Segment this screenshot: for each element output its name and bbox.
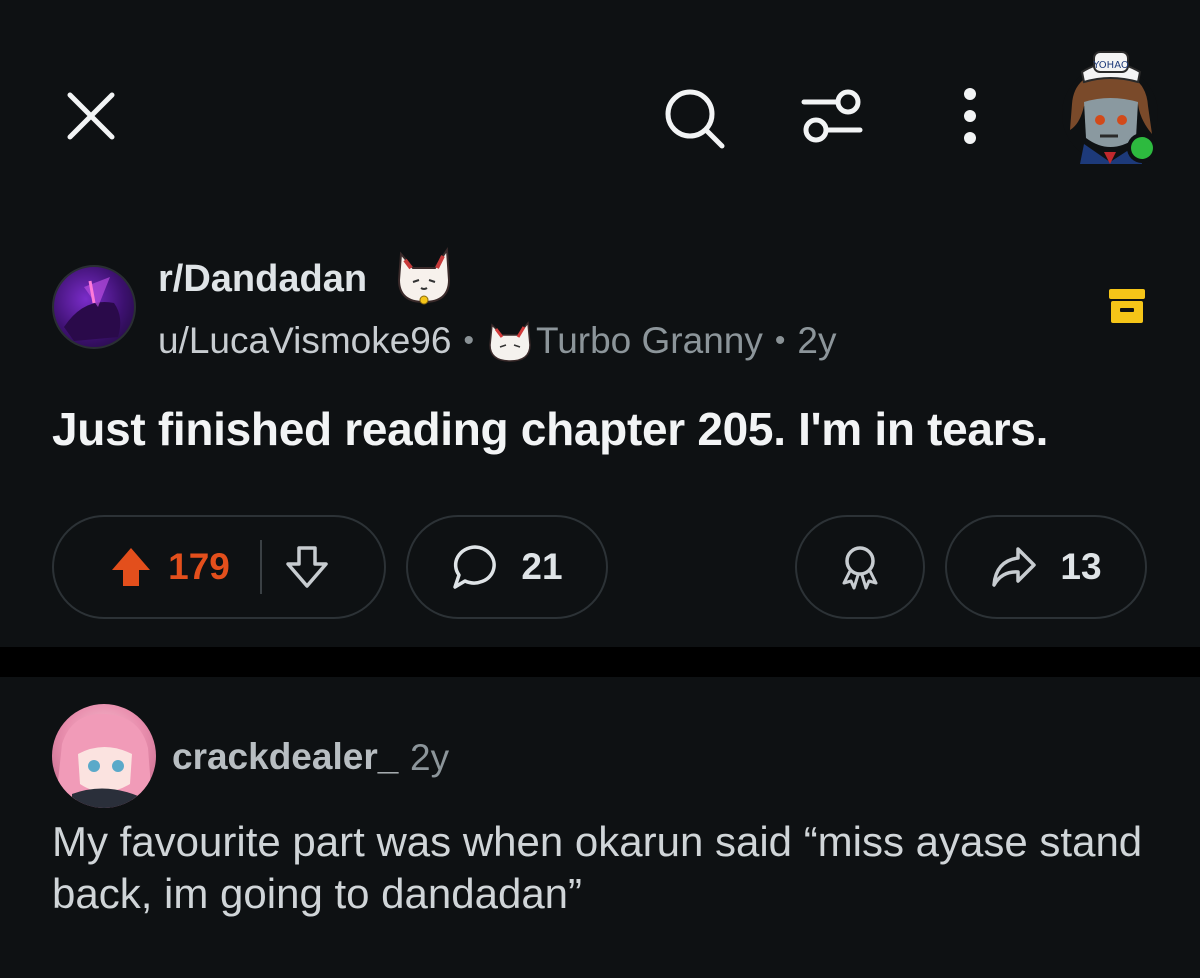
search-button[interactable] — [660, 84, 728, 152]
subreddit-avatar[interactable] — [52, 265, 136, 349]
share-arrow-icon — [992, 547, 1037, 587]
comments-button[interactable]: 21 — [406, 515, 608, 619]
meta-separator: • — [774, 324, 786, 357]
upvote-icon[interactable] — [108, 544, 154, 590]
flair-cat-icon — [489, 321, 531, 362]
award-icon — [842, 546, 878, 590]
archived-badge — [1108, 287, 1146, 325]
post-title[interactable]: Just finished reading chapter 205. I'm i… — [52, 402, 1048, 456]
upvote-count: 179 — [168, 546, 230, 587]
comment-body: My favourite part was when okarun said “… — [52, 818, 1143, 917]
close-icon — [67, 92, 115, 140]
subreddit-cat-emblem — [393, 244, 455, 306]
downvote-icon[interactable] — [284, 544, 330, 590]
comment-bubble-icon — [453, 545, 497, 589]
vote-control: 179 — [52, 515, 386, 619]
vote-separator — [259, 540, 262, 594]
subreddit-name[interactable]: r/Dandadan — [158, 258, 367, 301]
post-age: 2y — [797, 320, 837, 361]
user-avatar-button[interactable]: YOHAO — [1060, 44, 1164, 166]
share-button[interactable]: 13 — [945, 515, 1147, 619]
section-divider — [0, 647, 1200, 677]
avatar: YOHAO — [1062, 51, 1158, 164]
filter-icon — [801, 89, 863, 143]
share-count: 13 — [1060, 546, 1102, 587]
meta-separator: • — [463, 324, 474, 357]
avatar-hat-text: YOHAO — [1092, 60, 1129, 71]
search-icon — [665, 89, 725, 149]
award-button[interactable] — [795, 515, 925, 619]
post-author[interactable]: u/LucaVismoke96 — [158, 320, 451, 362]
post-meta-line: u/LucaVismoke96 • Turbo Granny • 2y — [158, 317, 836, 365]
archive-icon — [1109, 289, 1145, 323]
filter-button[interactable] — [800, 88, 864, 144]
maneki-cat-icon — [397, 246, 451, 305]
close-button[interactable] — [60, 85, 122, 147]
online-status-indicator — [1131, 137, 1153, 159]
comment-author-avatar[interactable] — [52, 704, 156, 808]
more-vertical-icon — [964, 88, 976, 144]
user-flair: Turbo Granny — [535, 320, 763, 361]
more-options-button[interactable] — [950, 86, 990, 146]
comment-author[interactable]: crackdealer_ — [172, 736, 398, 778]
comment-count: 21 — [521, 546, 563, 587]
comment-age: 2y — [410, 737, 450, 778]
